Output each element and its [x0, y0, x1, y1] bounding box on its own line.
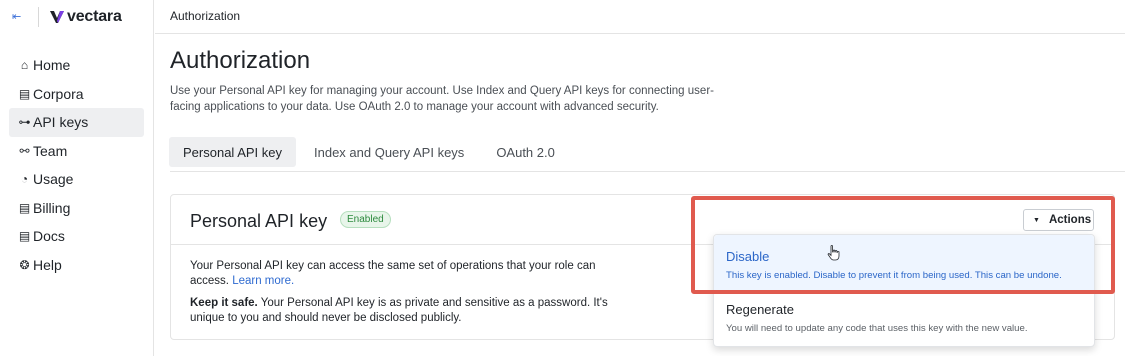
billing-icon: ▤: [18, 200, 31, 215]
menu-item-regenerate[interactable]: Regenerate You will need to update any c…: [714, 291, 1094, 348]
tab-oauth[interactable]: OAuth 2.0: [482, 137, 569, 167]
home-icon: ⌂: [20, 58, 29, 73]
actions-label: Actions: [1048, 214, 1092, 226]
logo-text: vectara: [67, 8, 122, 25]
menu-item-disable[interactable]: Disable This key is enabled. Disable to …: [714, 235, 1094, 291]
sidebar-item-home[interactable]: ⌂ Home: [9, 51, 144, 80]
menu-item-description: You will need to update any code that us…: [726, 323, 1028, 334]
breadcrumb: Authorization: [170, 9, 241, 23]
sidebar-item-label: API keys: [33, 114, 89, 131]
sidebar-item-label: Home: [33, 57, 71, 74]
card-paragraph-access: Your Personal API key can access the sam…: [190, 259, 610, 289]
actions-menu: Disable This key is enabled. Disable to …: [713, 234, 1095, 347]
sidebar-item-usage[interactable]: ◔ Usage: [9, 165, 144, 194]
page-intro: Use your Personal API key for managing y…: [170, 85, 714, 113]
learn-more-link[interactable]: Learn more.: [232, 275, 294, 287]
sidebar: ⇤ vectara ⌂ Home ▤ Corpora ⊶ API keys ⚯ …: [0, 0, 154, 356]
sidebar-item-label: Usage: [33, 171, 74, 188]
logo[interactable]: vectara: [50, 8, 122, 26]
sidebar-item-team[interactable]: ⚯ Team: [9, 137, 144, 166]
card-title: Personal API key: [190, 211, 328, 231]
team-icon: ⚯: [19, 143, 30, 158]
sidebar-item-label: Billing: [33, 199, 71, 216]
sidebar-item-api-keys[interactable]: ⊶ API keys: [9, 108, 144, 137]
card-body: Your Personal API key can access the sam…: [190, 259, 610, 326]
sidebar-item-corpora[interactable]: ▤ Corpora: [9, 80, 144, 109]
help-icon: ❂: [19, 257, 30, 272]
tab-bar: Personal API key Index and Query API key…: [169, 137, 573, 167]
tabs-divider: [170, 171, 1125, 172]
page-title: Authorization: [170, 47, 311, 74]
sidebar-item-label: Corpora: [33, 85, 84, 102]
key-icon: ⊶: [18, 115, 31, 130]
docs-icon: ▤: [18, 229, 31, 244]
sidebar-item-label: Help: [33, 256, 62, 273]
menu-item-label: Disable: [726, 249, 770, 264]
vectara-logo-icon: [50, 11, 64, 23]
tab-index-query-api-keys[interactable]: Index and Query API keys: [300, 137, 478, 167]
corpora-icon: ▤: [18, 86, 31, 101]
usage-icon: ◔: [20, 172, 29, 187]
collapse-sidebar-icon[interactable]: ⇤: [12, 10, 21, 23]
brand-bar: ⇤ vectara: [0, 0, 154, 33]
menu-item-description: This key is enabled. Disable to prevent …: [726, 270, 1062, 281]
hand-cursor-icon: [827, 245, 840, 261]
tab-personal-api-key[interactable]: Personal API key: [169, 137, 296, 167]
sidebar-item-help[interactable]: ❂ Help: [9, 251, 144, 280]
sidebar-item-label: Team: [33, 142, 68, 159]
sidebar-item-label: Docs: [33, 228, 65, 245]
status-badge: Enabled: [340, 211, 391, 228]
sidebar-nav: ⌂ Home ▤ Corpora ⊶ API keys ⚯ Team ◔ Usa…: [9, 51, 144, 279]
menu-item-label: Regenerate: [726, 302, 794, 317]
top-bar: Authorization: [155, 0, 1125, 34]
card-paragraph-safety: Keep it safe. Your Personal API key is a…: [190, 296, 610, 326]
keep-safe-label: Keep it safe.: [190, 297, 258, 309]
actions-button[interactable]: ▼ Actions: [1023, 209, 1094, 231]
sidebar-item-docs[interactable]: ▤ Docs: [9, 222, 144, 251]
caret-down-icon: ▼: [1033, 216, 1040, 224]
sidebar-item-billing[interactable]: ▤ Billing: [9, 194, 144, 223]
brand-divider: [38, 7, 39, 27]
